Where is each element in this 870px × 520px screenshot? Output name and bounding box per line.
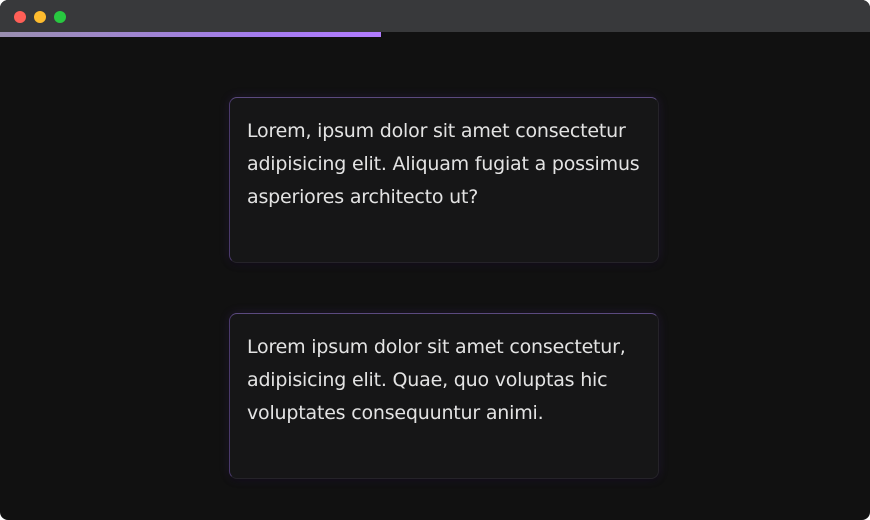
- minimize-window-button[interactable]: [34, 11, 46, 23]
- page-content: Lorem, ipsum dolor sit amet consectetur …: [0, 37, 870, 520]
- card-text: Lorem, ipsum dolor sit amet consectetur …: [247, 120, 640, 208]
- close-window-button[interactable]: [14, 11, 26, 23]
- title-bar: [0, 0, 870, 32]
- text-card-2: Lorem ipsum dolor sit amet consectetur, …: [229, 313, 659, 479]
- text-card-1: Lorem, ipsum dolor sit amet consectetur …: [229, 97, 659, 263]
- maximize-window-button[interactable]: [54, 11, 66, 23]
- card-text: Lorem ipsum dolor sit amet consectetur, …: [247, 336, 626, 424]
- browser-window: Lorem, ipsum dolor sit amet consectetur …: [0, 0, 870, 520]
